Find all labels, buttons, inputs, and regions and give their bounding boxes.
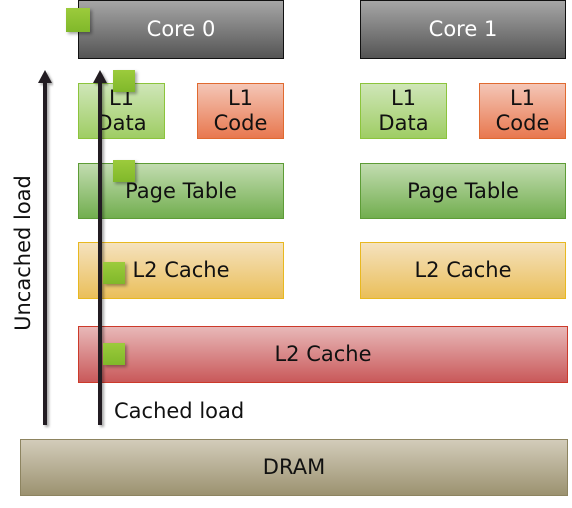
- cached-load-label: Cached load: [114, 399, 245, 423]
- load-arrows: [38, 70, 107, 425]
- data-marker-l2: [103, 262, 125, 284]
- data-marker-core: [66, 8, 90, 32]
- uncached-load-label: Uncached load: [11, 175, 35, 331]
- data-marker-shared-cache: [103, 343, 125, 365]
- data-marker-page-table: [113, 160, 135, 182]
- cache-hierarchy-diagram: Core 0 Core 1 L1 Data L1 Code L1 Data L1…: [0, 0, 572, 508]
- data-marker-l1: [113, 70, 135, 92]
- uncached-load-arrow: [38, 70, 52, 425]
- cached-load-arrow: [93, 70, 107, 425]
